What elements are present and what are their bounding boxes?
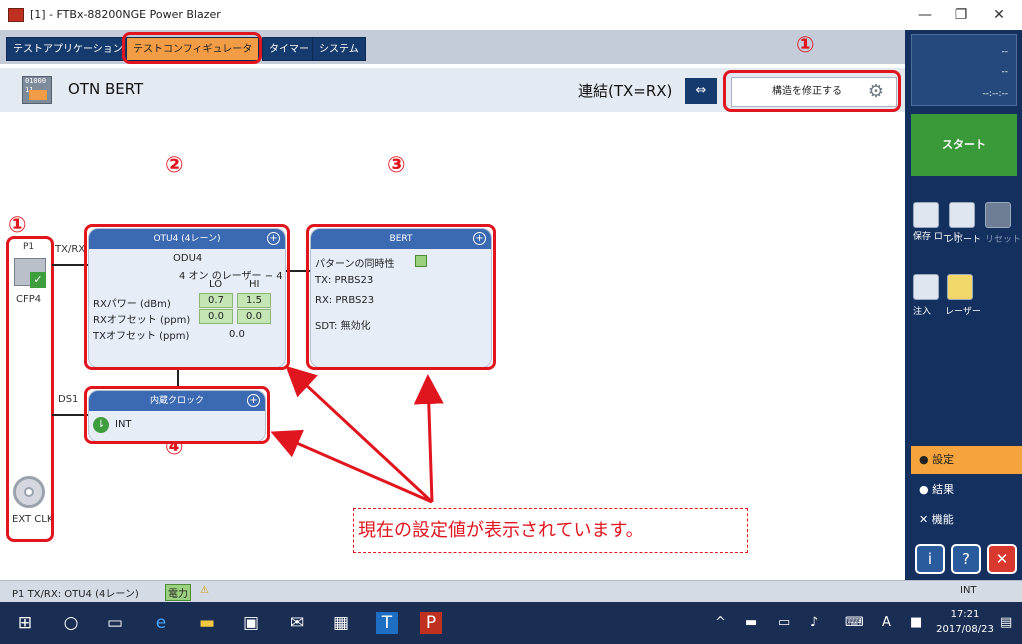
app-main: テストアプリケーション テストコンフィギュレータ タイマー システム 01000… — [0, 30, 905, 580]
clock-date: 2017/08/23 — [936, 624, 994, 635]
mail-icon[interactable]: ✉ — [286, 612, 308, 634]
window-title: [1] - FTBx-88200NGE Power Blazer — [30, 8, 221, 21]
callout-text: 現在の設定値が表示されています。 — [353, 508, 748, 553]
app-icon-pb[interactable]: P — [420, 612, 442, 634]
configurator-canvas: ① ② ③ ① ④ P1 TX/RX ✓ CFP4 DS1 EXT CLK OT… — [0, 34, 905, 580]
search-icon[interactable]: ○ — [60, 612, 82, 634]
tray-battery-icon[interactable]: ▬ — [745, 615, 757, 630]
annotation-1-top: ① — [796, 33, 815, 58]
explorer-icon[interactable]: ▬ — [196, 612, 218, 634]
tab-timer[interactable]: タイマー — [262, 37, 316, 61]
task-view-icon[interactable]: ▭ — [104, 612, 126, 634]
warning-icon: ⚠ — [200, 585, 209, 596]
start-button[interactable]: スタート — [911, 114, 1017, 176]
help-icon[interactable]: ? — [951, 544, 981, 574]
info-icon[interactable]: i — [915, 544, 945, 574]
status-bar-text: P1 TX/RX: OTU4 (4レーン) — [12, 589, 139, 600]
tray-chevron-icon[interactable]: ^ — [715, 615, 726, 630]
app-icon-t[interactable]: T — [376, 612, 398, 634]
page-header: 0100011 OTN BERT 連結(TX=RX) ⇔ 構造を修正する ⚙ — [0, 68, 905, 112]
tab-system[interactable]: システム — [312, 37, 366, 61]
maximize-button[interactable]: ❐ — [946, 4, 976, 26]
status-bar: P1 TX/RX: OTU4 (4レーン) 電力 ⚠ INT — [0, 580, 1022, 602]
highlight-modify — [723, 70, 901, 112]
right-panel: -- -- --:--:-- スタート 保存 ロード レポート リセット 注入 … — [905, 30, 1022, 580]
power-badge: 電力 — [165, 584, 191, 601]
close-button[interactable]: ✕ — [984, 4, 1014, 26]
edge-icon[interactable]: e — [150, 612, 172, 634]
coupling-label: 連結(TX=RX) — [578, 82, 673, 100]
status-time: --:--:-- — [982, 89, 1008, 99]
inject-label: 注入 — [913, 307, 932, 317]
tray-keyboard-icon[interactable]: ⌨ — [845, 615, 864, 630]
highlight-tab — [122, 32, 262, 64]
tray-volume-icon[interactable]: ♪ — [810, 615, 818, 630]
page-title: OTN BERT — [68, 80, 144, 98]
tray-ime-mode-icon[interactable]: ■ — [910, 615, 922, 630]
save-load-icon[interactable] — [913, 202, 939, 228]
laser-label: レーザー — [945, 307, 981, 317]
laser-icon[interactable] — [947, 274, 973, 300]
status-box: -- -- --:--:-- — [911, 34, 1017, 106]
status-mid: -- — [1001, 67, 1009, 77]
inject-icon[interactable] — [913, 274, 939, 300]
status-top: -- — [1001, 47, 1009, 57]
minimize-button[interactable]: — — [910, 4, 940, 26]
tray-ime[interactable]: A — [882, 615, 891, 630]
tab-bar: テストアプリケーション テストコンフィギュレータ タイマー システム — [0, 30, 905, 64]
coupling-toggle-button[interactable]: ⇔ — [685, 78, 717, 104]
notification-icon[interactable]: ▤ — [1000, 615, 1012, 630]
report-icon[interactable] — [949, 202, 975, 228]
store-icon[interactable]: ▣ — [240, 612, 262, 634]
taskbar: ⊞ ○ ▭ e ▬ ▣ ✉ ▦ T P ^ ▬ ▭ ♪ ⌨ A ■ 17:21 … — [0, 602, 1022, 644]
menu-settings[interactable]: ● 設定 — [911, 446, 1022, 474]
start-menu-icon[interactable]: ⊞ — [14, 612, 36, 634]
exit-icon[interactable]: ✕ — [987, 544, 1017, 574]
app-icon — [8, 8, 24, 22]
clock[interactable]: 17:21 2017/08/23 — [935, 607, 995, 637]
reset-icon[interactable] — [985, 202, 1011, 228]
title-bar: [1] - FTBx-88200NGE Power Blazer — ❐ ✕ — [0, 0, 1022, 30]
tab-test-application[interactable]: テストアプリケーション — [6, 37, 130, 61]
menu-results[interactable]: ● 結果 — [911, 476, 1022, 504]
clock-time: 17:21 — [950, 609, 980, 620]
reset-label: リセット — [985, 235, 1022, 245]
report-label: レポート — [945, 235, 982, 245]
app-icon-grid[interactable]: ▦ — [330, 612, 352, 634]
binary-test-icon: 0100011 — [22, 76, 52, 104]
menu-functions[interactable]: ✕ 機能 — [911, 506, 1022, 534]
tray-network-icon[interactable]: ▭ — [778, 615, 790, 630]
status-bar-right: INT — [960, 585, 977, 596]
